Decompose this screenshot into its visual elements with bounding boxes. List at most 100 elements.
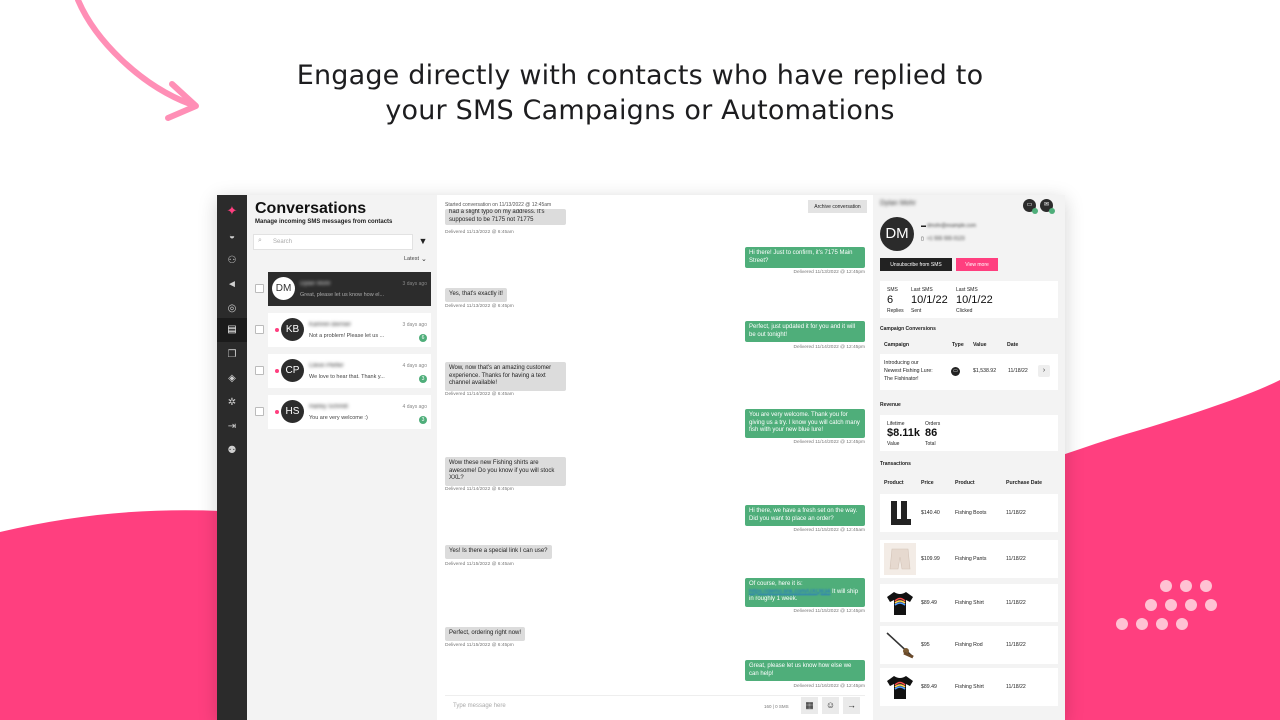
shirt-icon — [887, 676, 913, 699]
archive-conversation-button[interactable]: Archive conversation — [808, 200, 867, 213]
message-meta: Delivered 11/14/2022 @ 6:45pm — [445, 487, 514, 492]
incoming-message: Perfect, ordering right now! — [445, 627, 526, 641]
outgoing-message: Hi there! Just to confirm, it's 7175 Mai… — [745, 247, 865, 268]
revenue-stats: Lifetime $8.11k Value Orders 86 Total — [880, 415, 1058, 451]
conversation-row[interactable]: DM Dylan Mohr Great, please let us know … — [253, 272, 431, 306]
message-meta: Delivered 11/15/2022 @ 12:45am — [793, 528, 865, 533]
contact-name: Dylan Mohr — [300, 281, 331, 287]
contact-phone: ▯ +1 555 555 0123 — [921, 236, 965, 242]
message-meta: Delivered 11/13/2022 @ 6:45pm — [445, 304, 514, 309]
page-subtitle: Manage incoming SMS messages from contac… — [255, 219, 393, 225]
incoming-message: Yes! Is there a special link I can use? — [445, 545, 552, 559]
filter-icon[interactable]: ▼ — [418, 236, 428, 246]
contact-name: Kamren Bernier — [309, 322, 352, 328]
chevron-down-icon[interactable]: ⌄ — [421, 255, 427, 263]
row-checkbox[interactable] — [255, 407, 264, 416]
row-checkbox[interactable] — [255, 366, 264, 375]
boots-icon — [891, 501, 911, 525]
templates-icon[interactable]: ❐ — [226, 349, 238, 361]
rod-icon — [886, 632, 914, 659]
settings-icon[interactable]: ✲ — [226, 397, 238, 409]
conversation-row[interactable]: HS Harley Schmitt You are very welcome :… — [253, 395, 431, 429]
view-more-button[interactable]: View more — [956, 258, 998, 271]
contact-name: Dylan Mohr — [880, 200, 916, 207]
conversation-card[interactable]: KB Kamren Bernier Not a problem! Please … — [268, 313, 431, 347]
conversations-icon[interactable]: ▤ — [226, 324, 238, 336]
message-meta: Delivered 11/14/2022 @ 12:45pm — [793, 345, 865, 350]
outgoing-message: Hi there, we have a fresh set on the way… — [745, 505, 865, 526]
sms-icon: ▭ — [1023, 199, 1038, 214]
incoming-message: Wow these new Fishing shirts are awesome… — [445, 457, 566, 486]
conversation-card[interactable]: CP Cleve Pfeffer We love to hear that. T… — [268, 354, 431, 388]
dashboard-icon[interactable]: ◒ — [226, 231, 238, 243]
contact-email: ▬dmohr@example.com — [921, 223, 976, 229]
app-window: ✦ ◒ ⚇ ◄ ◎ ▤ ❐ ◈ ✲ ⇥ ⚉ Conversations Mana… — [217, 195, 1065, 720]
message-text: Of course, here it is: — [749, 581, 803, 587]
incoming-message: Yes, that's exactly it! — [445, 288, 507, 302]
incoming-message: had a slight typo on my address. It's su… — [445, 209, 566, 225]
send-icon[interactable]: → — [843, 697, 860, 714]
message-preview: Great, please let us know how el... — [300, 292, 385, 298]
contacts-icon[interactable]: ⚇ — [226, 255, 238, 267]
avatar: HS — [281, 400, 304, 423]
message-preview: Not a problem! Please let us ... — [309, 333, 385, 339]
headline-line-1: Engage directly with contacts who have r… — [296, 60, 984, 91]
page-title: Conversations — [255, 200, 367, 217]
message-preview: We love to hear that. Thank y... — [309, 374, 385, 380]
transaction-row[interactable]: $95 Fishing Rod 11/18/22 — [880, 626, 1058, 664]
timestamp: 3 days ago — [402, 322, 427, 328]
logo-icon[interactable]: ✦ — [225, 204, 239, 218]
transaction-row[interactable]: $89.49 Fishing Shirt 11/18/22 — [880, 584, 1058, 622]
compose-bar: Type message here 160 | 0 SMS ▦ ☺ → — [445, 695, 865, 715]
conversation-row[interactable]: CP Cleve Pfeffer We love to hear that. T… — [253, 354, 431, 388]
unsubscribe-button[interactable]: Unsubscribe from SMS — [880, 258, 952, 271]
transaction-row[interactable]: $140.40 Fishing Boots 11/18/22 — [880, 494, 1058, 532]
template-icon[interactable]: ▦ — [801, 697, 818, 714]
outgoing-message: Great, please let us know how else we ca… — [745, 660, 865, 681]
row-checkbox[interactable] — [255, 284, 264, 293]
conversation-card[interactable]: DM Dylan Mohr Great, please let us know … — [268, 272, 431, 306]
section-title: Campaign Conversions — [880, 326, 936, 332]
conversation-started-label: Started conversation on 11/13/2022 @ 12:… — [445, 202, 552, 208]
decorative-dots — [1110, 578, 1230, 638]
incoming-message: Wow, now that's an amazing customer expe… — [445, 362, 566, 391]
timestamp: 4 days ago — [402, 404, 427, 410]
nav-rail: ✦ ◒ ⚇ ◄ ◎ ▤ ❐ ◈ ✲ ⇥ ⚉ — [217, 195, 247, 720]
avatar: KB — [281, 318, 304, 341]
message-input[interactable]: Type message here — [453, 703, 506, 709]
avatar: DM — [880, 217, 914, 251]
campaign-row[interactable]: Introducing our Newest Fishing Lure: The… — [880, 354, 1058, 390]
character-count: 160 | 0 SMS — [764, 704, 789, 709]
search-input[interactable]: ⌕ Search — [253, 234, 413, 250]
transaction-row[interactable]: $109.99 Fishing Pants 11/18/22 — [880, 540, 1058, 578]
emoji-icon[interactable]: ☺ — [822, 697, 839, 714]
account-icon[interactable]: ⚉ — [226, 445, 238, 457]
conversation-row[interactable]: KB Kamren Bernier Not a problem! Please … — [253, 313, 431, 347]
message-preview: You are very welcome :) — [309, 415, 368, 421]
logout-icon[interactable]: ⇥ — [226, 421, 238, 433]
conversation-card[interactable]: HS Harley Schmitt You are very welcome :… — [268, 395, 431, 429]
headline-line-2: your SMS Campaigns or Automations — [385, 95, 895, 126]
message-meta: Delivered 11/15/2022 @ 6:45am — [445, 562, 514, 567]
integrations-icon[interactable]: ◈ — [226, 373, 238, 385]
transaction-row[interactable]: $89.49 Fishing Shirt 11/18/22 — [880, 668, 1058, 706]
headline: Engage directly with contacts who have r… — [0, 58, 1280, 128]
automations-icon[interactable]: ◎ — [226, 303, 238, 315]
pants-icon — [884, 543, 916, 575]
outgoing-message: Of course, here it is: https://demo.link… — [745, 578, 865, 607]
message-meta: Delivered 11/15/2022 @ 6:45pm — [445, 643, 514, 648]
message-link[interactable]: https://demo.link.com/UXQ834 — [749, 589, 830, 595]
unread-indicator — [275, 369, 279, 373]
chevron-right-icon[interactable]: › — [1038, 365, 1050, 377]
timestamp: 3 days ago — [402, 281, 427, 287]
sms-icon: ▭ — [951, 367, 960, 376]
campaigns-icon[interactable]: ◄ — [226, 279, 238, 291]
sort-dropdown[interactable]: Latest — [404, 256, 419, 262]
contact-name: Harley Schmitt — [309, 404, 349, 410]
message-meta: Delivered 11/13/2022 @ 12:45pm — [793, 270, 865, 275]
row-checkbox[interactable] — [255, 325, 264, 334]
avatar: CP — [281, 359, 304, 382]
contact-name: Cleve Pfeffer — [309, 363, 344, 369]
unread-count-badge: 3 — [419, 416, 427, 424]
chat-thread: Started conversation on 11/13/2022 @ 12:… — [437, 195, 873, 720]
